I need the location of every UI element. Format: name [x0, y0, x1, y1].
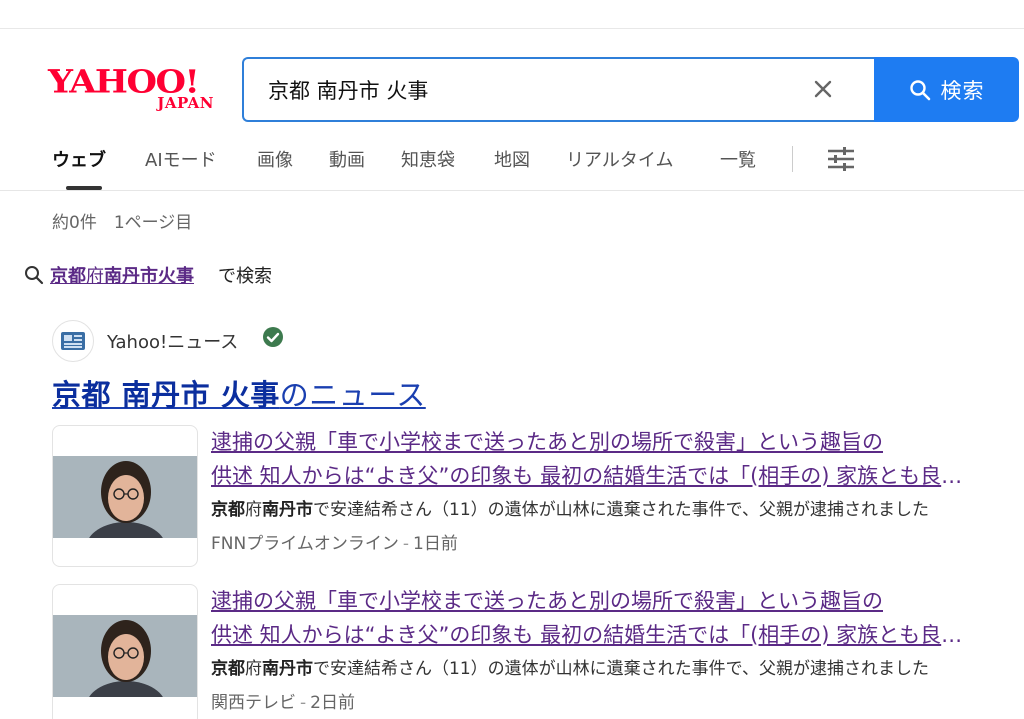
news-heading-suffix: のニュース	[279, 378, 426, 412]
top-divider	[0, 28, 1024, 29]
news-title-line2: 供述 知人からは“よき父”の印象も 最初の結婚生活では「(相手の) 家族とも良好…	[211, 464, 981, 488]
search-tabs: ウェブ AIモード 画像 動画 知恵袋 地図 リアルタイム 一覧	[0, 142, 1024, 190]
news-section-heading[interactable]: 京都 南丹市 火事のニュース	[52, 372, 426, 414]
portrait-image	[53, 615, 197, 697]
search-suggestion: 京都府南丹市火事 で検索	[24, 262, 272, 288]
news-item-snippet: 京都府南丹市で安達結希さん（11）の遺体が山林に遺棄された事件で、父親が逮捕され…	[211, 654, 981, 679]
news-item-snippet: 京都府南丹市で安達結希さん（11）の遺体が山林に遺棄された事件で、父親が逮捕され…	[211, 495, 981, 520]
tabs-divider	[0, 190, 1024, 191]
news-item-source: FNNプライムオンライン	[211, 534, 399, 554]
news-thumbnail[interactable]	[52, 584, 198, 719]
news-item-meta: FNNプライムオンライン -1日前	[211, 529, 458, 554]
filter-settings-icon[interactable]	[826, 144, 856, 174]
verified-check-icon	[263, 327, 283, 347]
suggestion-plain: 府	[86, 266, 104, 287]
snippet-b1: 京都	[211, 659, 245, 679]
search-icon	[25, 266, 44, 285]
news-item-title[interactable]: 逮捕の父親「車で小学校まで送ったあと別の場所で殺害」という趣旨の 供述 知人から…	[211, 584, 981, 652]
portrait-image	[53, 456, 197, 538]
tab-realtime[interactable]: リアルタイム	[566, 146, 673, 172]
search-box	[242, 57, 878, 122]
news-source-avatar	[52, 320, 94, 362]
search-button-label: 検索	[940, 78, 985, 103]
search-icon	[909, 79, 930, 100]
snippet-p1: 府	[245, 500, 262, 520]
news-item-time: 1日前	[413, 534, 458, 554]
suggestion-b2: 南丹市火事	[104, 266, 194, 287]
snippet-b1: 京都	[211, 500, 245, 520]
news-item-meta: 関西テレビ -2日前	[211, 688, 355, 713]
suggestion-tail: で検索	[218, 266, 272, 287]
snippet-p1: 府	[245, 659, 262, 679]
yahoo-japan-logo[interactable]: YAHOO! JAPAN	[48, 66, 220, 114]
news-item-title[interactable]: 逮捕の父親「車で小学校まで送ったあと別の場所で殺害」という趣旨の 供述 知人から…	[211, 425, 981, 493]
news-title-line1: 逮捕の父親「車で小学校まで送ったあと別の場所で殺害」という趣旨の	[211, 589, 883, 613]
suggestion-link[interactable]: 京都府南丹市火事	[50, 262, 194, 288]
news-item: 逮捕の父親「車で小学校まで送ったあと別の場所で殺害」という趣旨の 供述 知人から…	[52, 584, 982, 719]
snippet-rest: で安達結希さん（11）の遺体が山林に遺棄された事件で、父親が逮捕されました	[313, 500, 929, 520]
tab-videos[interactable]: 動画	[329, 146, 365, 172]
meta-separator: -	[300, 693, 307, 713]
tab-ai-mode[interactable]: AIモード	[145, 146, 217, 172]
tab-web[interactable]: ウェブ	[52, 146, 106, 172]
news-title-line1: 逮捕の父親「車で小学校まで送ったあと別の場所で殺害」という趣旨の	[211, 430, 883, 454]
news-item-source: 関西テレビ	[211, 693, 296, 713]
tab-list[interactable]: 一覧	[720, 146, 756, 172]
search-input[interactable]	[268, 59, 788, 120]
news-thumbnail[interactable]	[52, 425, 198, 567]
snippet-b2: 南丹市	[262, 659, 313, 679]
news-item-time: 2日前	[310, 693, 355, 713]
meta-separator: -	[402, 534, 410, 554]
suggestion-b1: 京都	[50, 266, 86, 287]
newspaper-icon	[61, 332, 85, 350]
tab-separator	[792, 146, 793, 172]
news-heading-query: 京都 南丹市 火事	[52, 378, 280, 412]
tab-images[interactable]: 画像	[257, 146, 293, 172]
result-count: 約0件 1ページ目	[52, 213, 193, 233]
snippet-b2: 南丹市	[262, 500, 313, 520]
tab-maps[interactable]: 地図	[494, 146, 530, 172]
logo-sub: JAPAN	[157, 94, 214, 112]
tab-chiebukuro[interactable]: 知恵袋	[401, 146, 455, 172]
news-item: 逮捕の父親「車で小学校まで送ったあと別の場所で殺害」という趣旨の 供述 知人から…	[52, 425, 982, 570]
news-title-line2: 供述 知人からは“よき父”の印象も 最初の結婚生活では「(相手の) 家族とも良好…	[211, 623, 981, 647]
news-source-name: Yahoo!ニュース	[107, 332, 239, 353]
clear-icon[interactable]	[810, 76, 836, 102]
snippet-rest: で安達結希さん（11）の遺体が山林に遺棄された事件で、父親が逮捕されました	[313, 659, 929, 679]
search-button[interactable]: 検索	[874, 57, 1019, 122]
